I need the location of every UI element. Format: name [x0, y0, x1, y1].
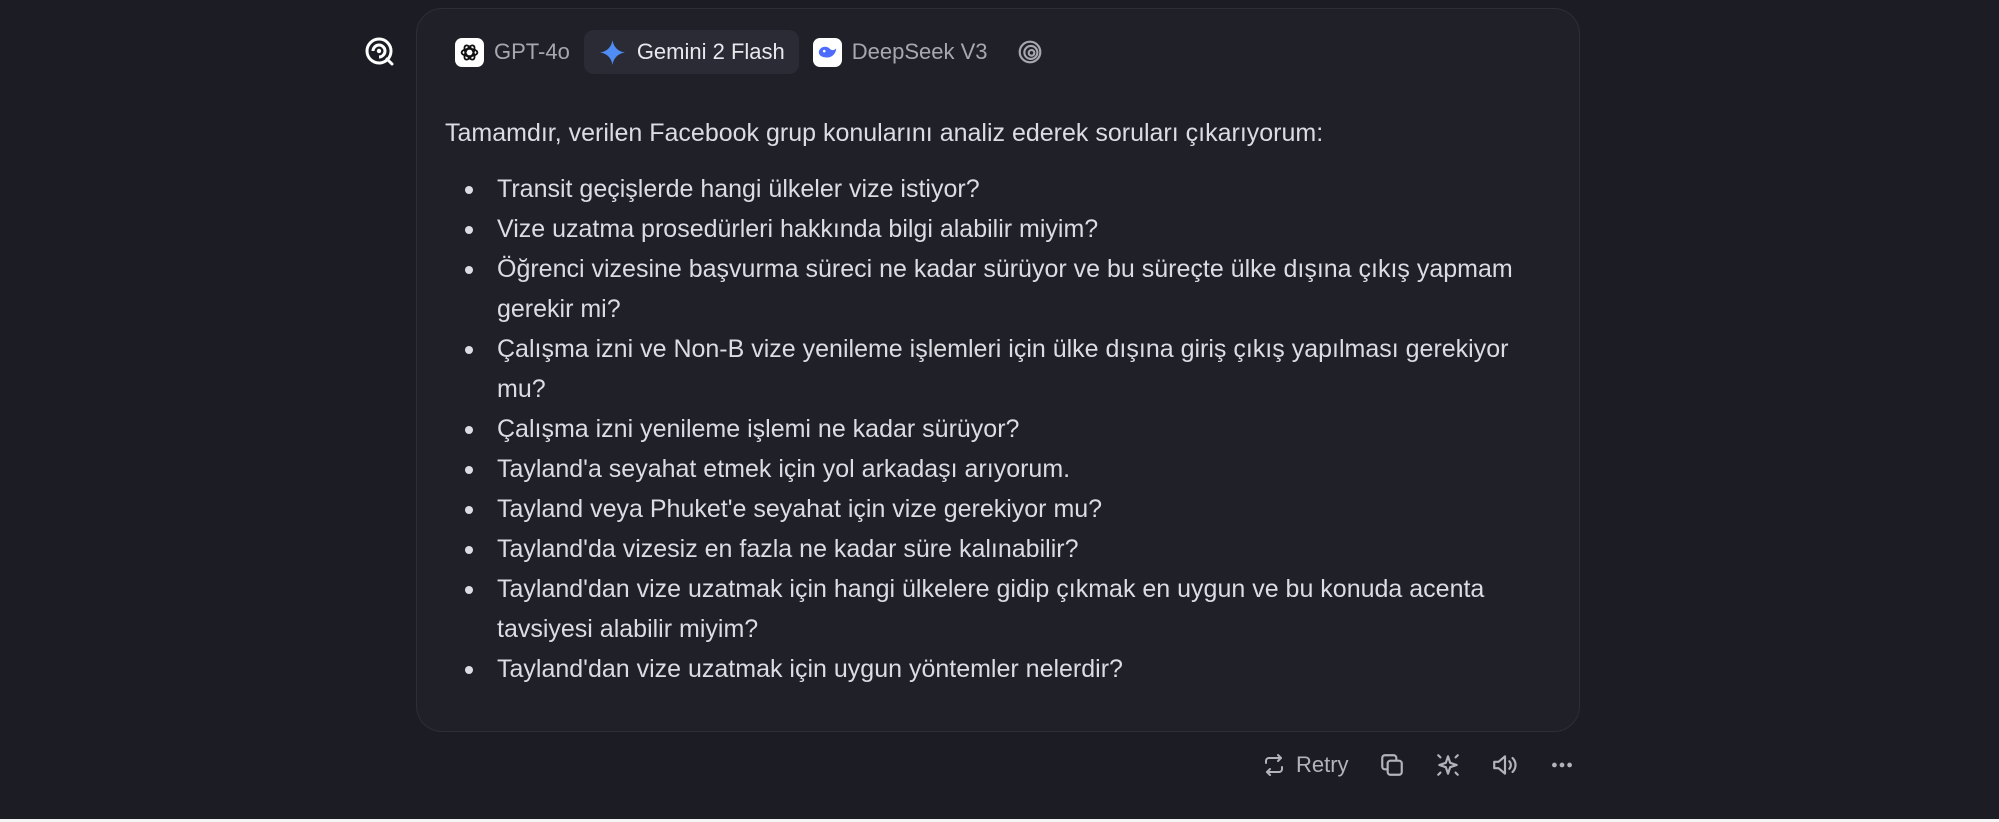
- tab-more-model[interactable]: [1002, 30, 1059, 74]
- retry-button[interactable]: Retry: [1256, 743, 1355, 787]
- list-item: Vize uzatma prosedürleri hakkında bilgi …: [445, 209, 1539, 249]
- more-icon: [1551, 762, 1572, 768]
- tab-label: GPT-4o: [494, 39, 570, 64]
- assistant-avatar: [360, 32, 398, 70]
- sparkle-button[interactable]: [1429, 743, 1467, 787]
- gemini-sparkle-icon: [598, 38, 627, 67]
- tab-label: Gemini 2 Flash: [636, 39, 785, 64]
- message-actions: Retry: [1256, 743, 1581, 787]
- list-item: Öğrenci vizesine başvurma süreci ne kada…: [445, 249, 1539, 329]
- assistant-response-card: GPT-4o Gemini 2 Flash DeepSeek V3 Tamamd…: [416, 8, 1580, 732]
- tab-gemini-2-flash[interactable]: Gemini 2 Flash: [583, 30, 799, 74]
- list-item: Transit geçişlerde hangi ülkeler vize is…: [445, 169, 1539, 209]
- list-item: Tayland veya Phuket'e seyahat için vize …: [445, 489, 1539, 529]
- read-aloud-button[interactable]: [1485, 743, 1525, 787]
- list-item: Tayland'da vizesiz en fazla ne kadar sür…: [445, 529, 1539, 569]
- message-body: Tamamdır, verilen Facebook grup konuları…: [445, 113, 1539, 689]
- brain-spiral-icon: [365, 37, 394, 66]
- speaker-icon: [1492, 755, 1517, 775]
- spiral-model-icon: [1016, 38, 1045, 67]
- tab-gpt-4o[interactable]: GPT-4o: [441, 30, 584, 74]
- list-item: Çalışma izni ve Non-B vize yenileme işle…: [445, 329, 1539, 409]
- model-tab-bar: GPT-4o Gemini 2 Flash DeepSeek V3: [441, 29, 1059, 75]
- message-intro: Tamamdır, verilen Facebook grup konuları…: [445, 119, 1324, 147]
- copy-button[interactable]: [1373, 743, 1411, 787]
- tab-label: DeepSeek V3: [851, 39, 988, 64]
- sparkle-icon: [1436, 754, 1459, 776]
- list-item: Tayland'dan vize uzatmak için hangi ülke…: [445, 569, 1539, 649]
- retry-icon: [1265, 754, 1283, 776]
- list-item: Çalışma izni yenileme işlemi ne kadar sü…: [445, 409, 1539, 449]
- retry-label: Retry: [1296, 752, 1349, 777]
- copy-icon: [1380, 754, 1403, 776]
- deepseek-whale-icon: [812, 37, 842, 67]
- tab-deepseek-v3[interactable]: DeepSeek V3: [799, 30, 1002, 74]
- list-item: Tayland'dan vize uzatmak için uygun yönt…: [445, 649, 1539, 689]
- list-item: Tayland'a seyahat etmek için yol arkadaş…: [445, 449, 1539, 489]
- more-options-button[interactable]: [1543, 743, 1581, 787]
- openai-icon: [455, 37, 484, 67]
- question-list: Transit geçişlerde hangi ülkeler vize is…: [445, 169, 1539, 689]
